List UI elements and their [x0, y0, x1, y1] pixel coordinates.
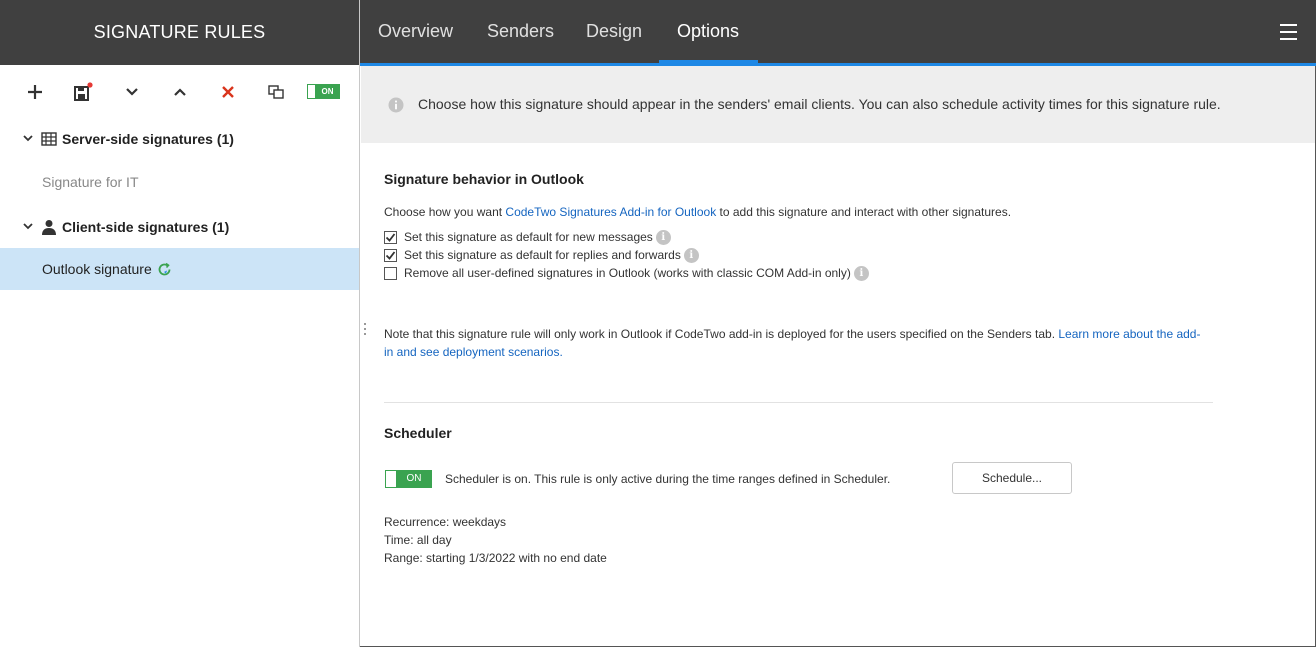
- recurrence-text: Recurrence: weekdays: [384, 515, 507, 529]
- checkbox-remove-user-signatures[interactable]: [384, 266, 397, 280]
- tree-group-label: Client-side signatures (1): [62, 219, 230, 235]
- scheduler-toggle[interactable]: ON: [385, 470, 432, 488]
- deployment-note-line2: in and see deployment scenarios.: [384, 345, 563, 359]
- tab-senders[interactable]: Senders: [487, 0, 554, 65]
- checkmark-icon: [385, 232, 396, 242]
- tree-group-label: Server-side signatures (1): [62, 131, 234, 147]
- rule-enabled-toggle[interactable]: ON: [307, 84, 340, 99]
- toggle-knob: [308, 85, 316, 98]
- tab-overview[interactable]: Overview: [378, 0, 453, 65]
- tree-group-server-side[interactable]: Server-side signatures (1): [0, 128, 360, 152]
- info-icon: [388, 97, 404, 113]
- option-label: Remove all user-defined signatures in Ou…: [404, 266, 851, 280]
- add-rule-button[interactable]: [22, 79, 48, 105]
- sidebar-title: SIGNATURE RULES: [0, 0, 359, 65]
- copy-button[interactable]: [263, 79, 289, 105]
- server-icon: [41, 132, 57, 146]
- deployment-note-text: Note that this signature rule will only …: [384, 327, 1059, 341]
- tab-options[interactable]: Options: [677, 0, 739, 65]
- info-icon[interactable]: i: [655, 229, 671, 245]
- checkbox-default-replies[interactable]: [384, 248, 397, 262]
- move-down-button[interactable]: [119, 79, 145, 105]
- tab-design[interactable]: Design: [586, 0, 642, 65]
- schedule-button[interactable]: Schedule...: [952, 462, 1072, 494]
- section-divider: [384, 402, 1213, 403]
- deployment-note-line1: Note that this signature rule will only …: [384, 327, 1200, 341]
- time-text: Time: all day: [384, 533, 452, 547]
- checkbox-default-new[interactable]: [384, 230, 397, 244]
- save-button[interactable]: [69, 79, 95, 105]
- tree-item-label: Signature for IT: [42, 174, 139, 190]
- chevron-down-icon: [126, 88, 138, 96]
- learn-more-link-continued[interactable]: in and see deployment scenarios.: [384, 345, 563, 359]
- hamburger-icon[interactable]: [1280, 24, 1297, 40]
- option-default-replies[interactable]: Set this signature as default for replie…: [384, 247, 699, 263]
- tree-group-client-side[interactable]: Client-side signatures (1): [0, 216, 360, 240]
- addin-link[interactable]: CodeTwo Signatures Add-in for Outlook: [505, 205, 716, 219]
- behavior-intro-prefix: Choose how you want: [384, 205, 506, 219]
- user-icon: [42, 220, 56, 235]
- tree-item-outlook-signature[interactable]: Outlook signature: [0, 248, 359, 290]
- save-icon: [74, 82, 93, 101]
- toggle-label: ON: [397, 471, 431, 487]
- move-up-button[interactable]: [167, 79, 193, 105]
- behavior-intro: Choose how you want CodeTwo Signatures A…: [384, 205, 1011, 219]
- close-icon: [222, 86, 234, 98]
- sidebar-toolbar: [0, 65, 359, 117]
- active-tab-indicator: [659, 60, 758, 64]
- toggle-label: ON: [316, 85, 339, 98]
- info-icon[interactable]: i: [683, 247, 699, 263]
- checkmark-icon: [385, 250, 396, 260]
- info-icon[interactable]: i: [853, 265, 869, 281]
- tree-item-signature-for-it[interactable]: Signature for IT: [0, 161, 359, 203]
- chevron-up-icon: [174, 88, 186, 96]
- info-banner-text: Choose how this signature should appear …: [418, 96, 1221, 112]
- info-banner: Choose how this signature should appear …: [361, 66, 1315, 143]
- option-label: Set this signature as default for new me…: [404, 230, 653, 244]
- chevron-down-icon[interactable]: [22, 220, 34, 232]
- option-remove-user-signatures[interactable]: Remove all user-defined signatures in Ou…: [384, 265, 869, 281]
- copy-icon: [268, 85, 284, 99]
- option-default-new-messages[interactable]: Set this signature as default for new me…: [384, 229, 671, 245]
- resize-handle[interactable]: [364, 323, 367, 338]
- scheduler-status: Scheduler is on. This rule is only activ…: [445, 472, 891, 486]
- delete-button[interactable]: [215, 79, 241, 105]
- section-title-scheduler: Scheduler: [384, 425, 452, 441]
- plus-icon: [28, 85, 42, 99]
- option-label: Set this signature as default for replie…: [404, 248, 681, 262]
- toggle-knob: [386, 471, 397, 487]
- tree-item-label: Outlook signature: [42, 261, 152, 277]
- sync-icon: [158, 262, 171, 275]
- chevron-down-icon[interactable]: [22, 132, 34, 144]
- range-text: Range: starting 1/3/2022 with no end dat…: [384, 551, 607, 565]
- sidebar: SIGNATURE RULES: [0, 0, 360, 647]
- behavior-intro-suffix: to add this signature and interact with …: [716, 205, 1012, 219]
- section-title-behavior: Signature behavior in Outlook: [384, 171, 584, 187]
- learn-more-link[interactable]: Learn more about the add-: [1058, 327, 1200, 341]
